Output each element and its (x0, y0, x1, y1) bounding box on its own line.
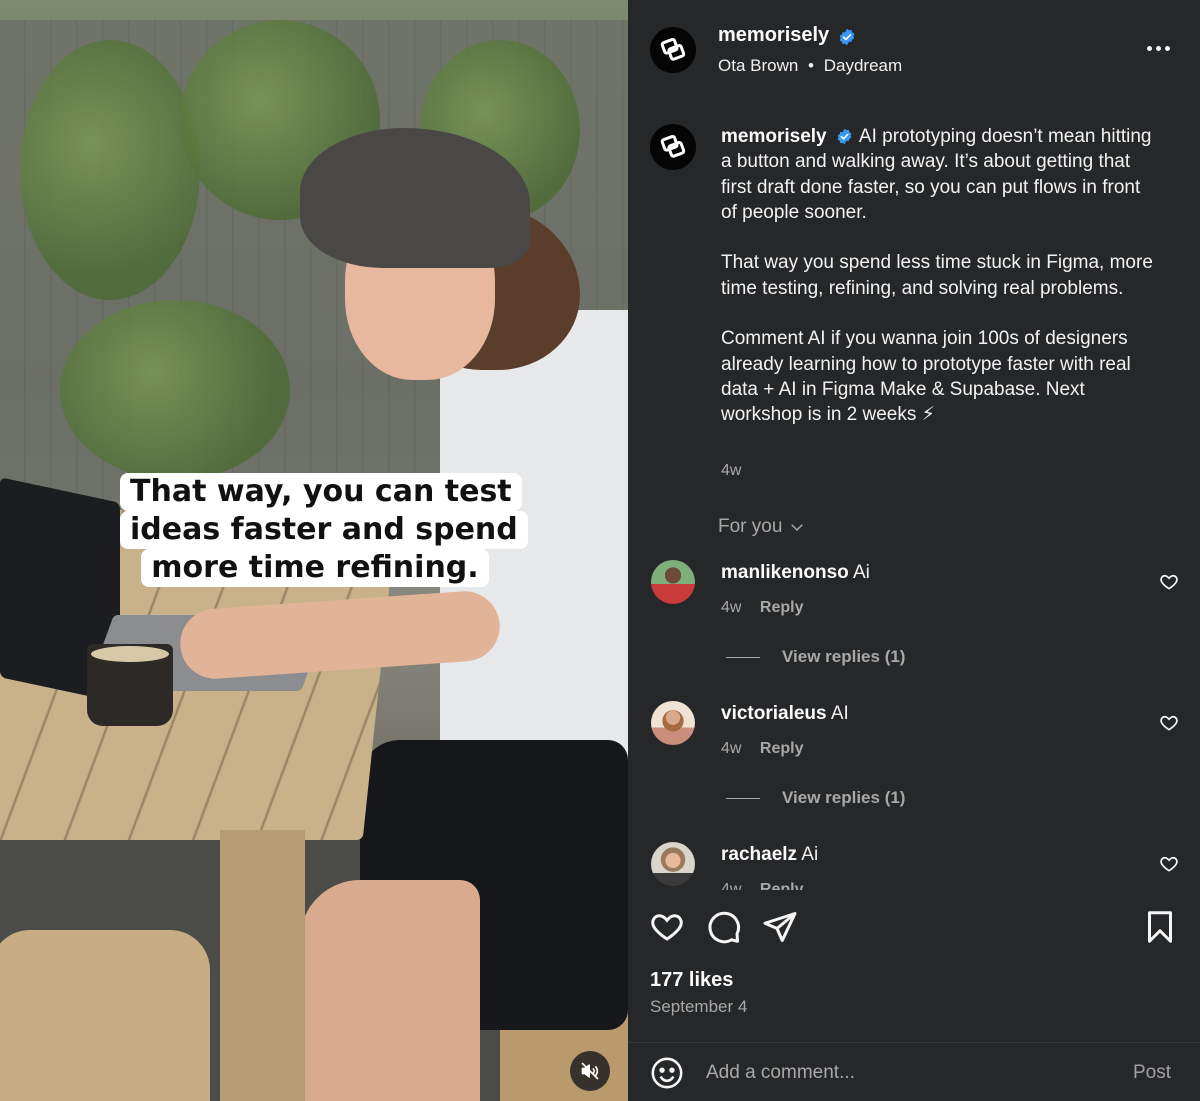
post-header: memorisely Ota Brown • Daydream (628, 0, 1200, 100)
caption-paragraph: Comment AI if you wanna join 100s of des… (721, 328, 1131, 426)
heart-icon[interactable] (1159, 713, 1179, 733)
caption-line: ideas faster and spend (120, 511, 528, 549)
view-replies-button[interactable]: View replies (1) (726, 788, 905, 808)
header-username[interactable]: memorisely (718, 24, 829, 46)
header-username-row: memorisely (718, 24, 856, 47)
comment-text: manlikenonso Ai (721, 562, 870, 584)
coffee-cup (87, 644, 173, 726)
comment-time[interactable]: 4w (721, 599, 741, 616)
caption-avatar[interactable] (650, 124, 696, 170)
caption-line: That way, you can test (120, 473, 522, 511)
commenter-avatar[interactable] (651, 560, 695, 604)
speaker-muted-icon (581, 1062, 599, 1080)
comment-time[interactable]: 4w (721, 881, 741, 890)
reply-button[interactable]: Reply (760, 740, 804, 757)
audio-separator: • (808, 56, 814, 75)
heart-icon[interactable] (1159, 572, 1179, 592)
table-leg (220, 830, 305, 1101)
post-actions: 177 likes September 4 (628, 890, 1200, 1040)
commenter-avatar[interactable] (651, 842, 695, 886)
view-replies-button[interactable]: View replies (1) (726, 647, 905, 667)
emoji-icon[interactable] (650, 1056, 684, 1090)
heart-icon[interactable] (649, 909, 685, 945)
commenter-username[interactable]: manlikenonso (721, 562, 849, 583)
bookmark-icon[interactable] (1142, 909, 1178, 945)
heart-icon[interactable] (1159, 854, 1179, 874)
likes-count[interactable]: 177 likes (650, 969, 733, 992)
commenter-username[interactable]: rachaelz (721, 844, 797, 865)
reply-button[interactable]: Reply (760, 599, 804, 616)
add-comment-bar: Post (628, 1042, 1200, 1101)
chair-foreground (0, 930, 210, 1101)
reply-button[interactable]: Reply (760, 881, 804, 890)
reel-video[interactable]: That way, you can test ideas faster and … (0, 0, 628, 1101)
caption-paragraph: That way you spend less time stuck in Fi… (721, 252, 1153, 299)
commenter-username[interactable]: victorialeus (721, 703, 827, 724)
comment-text: victorialeus AI (721, 703, 849, 725)
caption-username[interactable]: memorisely (721, 126, 827, 147)
view-replies-label: View replies (1) (782, 788, 906, 807)
share-icon[interactable] (762, 909, 798, 945)
more-options-button[interactable] (1143, 38, 1173, 58)
memorisely-logo-icon (660, 134, 686, 158)
post-timestamp[interactable]: 4w (721, 462, 741, 480)
comment-meta: 4w Reply (721, 740, 803, 758)
comment-text: rachaelz Ai (721, 844, 818, 866)
verified-badge-icon (839, 28, 854, 46)
comment-meta: 4w Reply (721, 599, 803, 617)
view-replies-label: View replies (1) (782, 647, 906, 666)
more-horizontal-icon (1146, 45, 1152, 51)
post-date: September 4 (650, 997, 748, 1016)
post-comment-button[interactable]: Post (1133, 1062, 1171, 1084)
mute-button[interactable] (570, 1051, 610, 1091)
comment-body: AI (830, 703, 849, 724)
comment-input[interactable] (706, 1057, 1106, 1089)
caption-line: more time refining. (141, 549, 489, 587)
comment-time[interactable]: 4w (721, 740, 741, 757)
comment-body: Ai (801, 844, 819, 865)
chevron-down-icon (791, 524, 804, 532)
audio-info[interactable]: Ota Brown • Daydream (718, 56, 902, 76)
replies-divider (726, 656, 760, 658)
video-caption: That way, you can test ideas faster and … (120, 473, 528, 606)
comments-sort-dropdown[interactable]: For you (718, 516, 806, 538)
verified-badge-icon (837, 129, 852, 145)
comment-meta: 4w Reply (721, 881, 803, 890)
memorisely-logo-icon (660, 37, 686, 61)
account-avatar[interactable] (650, 27, 696, 73)
post-caption: memorisely AI prototyping doesn’t mean h… (721, 124, 1161, 453)
ivy-foliage (20, 40, 200, 300)
comment-icon[interactable] (706, 909, 742, 945)
comment-body: Ai (852, 562, 870, 583)
replies-divider (726, 797, 760, 799)
person-leg (300, 880, 480, 1101)
post-panel: memorisely Ota Brown • Daydream memorise… (628, 0, 1200, 1101)
comments-list[interactable]: manlikenonso Ai 4w Reply View replies (1… (628, 548, 1200, 890)
comments-sort-label: For you (718, 516, 783, 537)
audio-artist: Ota Brown (718, 56, 799, 75)
bush-foliage (60, 300, 290, 480)
commenter-avatar[interactable] (651, 701, 695, 745)
audio-track: Daydream (823, 56, 903, 75)
